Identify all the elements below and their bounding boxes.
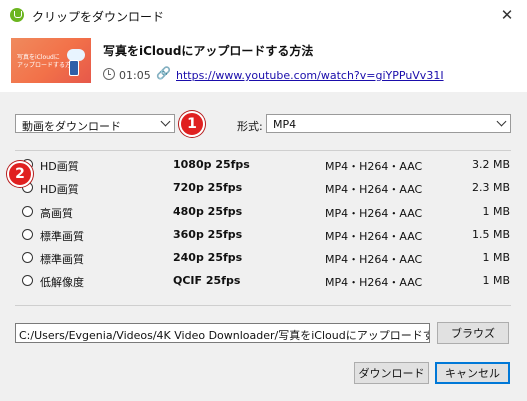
step-badge-1: 1: [179, 111, 205, 137]
cancel-button[interactable]: キャンセル: [435, 362, 510, 384]
file-size: 1.5 MB: [471, 228, 510, 241]
resolution-label: 480p 25fps: [173, 205, 243, 218]
quality-option[interactable]: HD画質 720p 25fps MP4・H264・AAC 2.3 MB: [0, 180, 527, 196]
resolution-label: 1080p 25fps: [173, 158, 250, 171]
save-path-field[interactable]: C:/Users/Evgenia/Videos/4K Video Downloa…: [15, 323, 430, 343]
radio-button[interactable]: [22, 206, 33, 217]
clock-icon: [103, 68, 115, 80]
download-button[interactable]: ダウンロード: [354, 362, 429, 384]
resolution-label: QCIF 25fps: [173, 274, 241, 287]
window-title: クリップをダウンロード: [32, 10, 165, 24]
video-duration: 01:05: [119, 69, 151, 82]
quality-label: HD画質: [40, 160, 79, 173]
resolution-label: 720p 25fps: [173, 181, 243, 194]
phone-icon: [69, 60, 79, 76]
thumbnail-text: アップロードする方法: [17, 62, 78, 69]
quality-label: 標準画質: [40, 230, 84, 243]
action-select[interactable]: 動画をダウンロード: [15, 114, 175, 133]
chevron-down-icon: [160, 116, 171, 127]
codec-label: MP4・H264・AAC: [325, 253, 423, 266]
codec-label: MP4・H264・AAC: [325, 230, 423, 243]
resolution-label: 240p 25fps: [173, 251, 243, 264]
file-size: 1 MB: [482, 251, 510, 264]
codec-label: MP4・H264・AAC: [325, 276, 423, 289]
quality-option[interactable]: 低解像度 QCIF 25fps MP4・H264・AAC 1 MB: [0, 273, 527, 289]
step-badge-2: 2: [7, 161, 33, 187]
save-path-value: C:/Users/Evgenia/Videos/4K Video Downloa…: [19, 329, 429, 342]
video-thumbnail: 写真をiCloudに アップロードする方法: [11, 38, 91, 83]
file-size: 2.3 MB: [471, 181, 510, 194]
format-select[interactable]: MP4: [266, 114, 511, 133]
app-logo-icon: [10, 8, 24, 22]
divider: [15, 305, 511, 306]
codec-label: MP4・H264・AAC: [325, 183, 423, 196]
format-select-value: MP4: [273, 118, 297, 131]
divider: [15, 150, 511, 151]
codec-label: MP4・H264・AAC: [325, 207, 423, 220]
browse-button[interactable]: ブラウズ: [437, 322, 509, 344]
radio-button[interactable]: [22, 275, 33, 286]
file-size: 1 MB: [482, 274, 510, 287]
quality-label: HD画質: [40, 183, 79, 196]
format-label: 形式:: [237, 120, 263, 133]
codec-label: MP4・H264・AAC: [325, 160, 423, 173]
chevron-down-icon: [496, 116, 507, 127]
quality-label: 高画質: [40, 207, 73, 220]
quality-option[interactable]: 高画質 480p 25fps MP4・H264・AAC 1 MB: [0, 204, 527, 220]
quality-option[interactable]: HD画質 1080p 25fps MP4・H264・AAC 3.2 MB: [0, 157, 527, 173]
file-size: 1 MB: [482, 205, 510, 218]
link-icon: 🔗: [156, 66, 171, 80]
title-bar: クリップをダウンロード ✕: [0, 0, 527, 30]
quality-option[interactable]: 標準画質 360p 25fps MP4・H264・AAC 1.5 MB: [0, 227, 527, 243]
thumbnail-text: 写真をiCloudに: [17, 54, 60, 61]
video-info-panel: 写真をiCloudに アップロードする方法 写真をiCloudにアップロードする…: [0, 30, 527, 92]
action-select-value: 動画をダウンロード: [22, 120, 121, 133]
video-title: 写真をiCloudにアップロードする方法: [103, 44, 314, 58]
quality-option[interactable]: 標準画質 240p 25fps MP4・H264・AAC 1 MB: [0, 250, 527, 266]
quality-label: 標準画質: [40, 253, 84, 266]
radio-button[interactable]: [22, 229, 33, 240]
video-url-link[interactable]: https://www.youtube.com/watch?v=giYPPuVv…: [176, 69, 444, 82]
close-icon[interactable]: ✕: [487, 0, 527, 30]
dialog-body: 写真をiCloudに アップロードする方法 写真をiCloudにアップロードする…: [0, 30, 527, 401]
file-size: 3.2 MB: [471, 158, 510, 171]
quality-label: 低解像度: [40, 276, 84, 289]
resolution-label: 360p 25fps: [173, 228, 243, 241]
radio-button[interactable]: [22, 252, 33, 263]
